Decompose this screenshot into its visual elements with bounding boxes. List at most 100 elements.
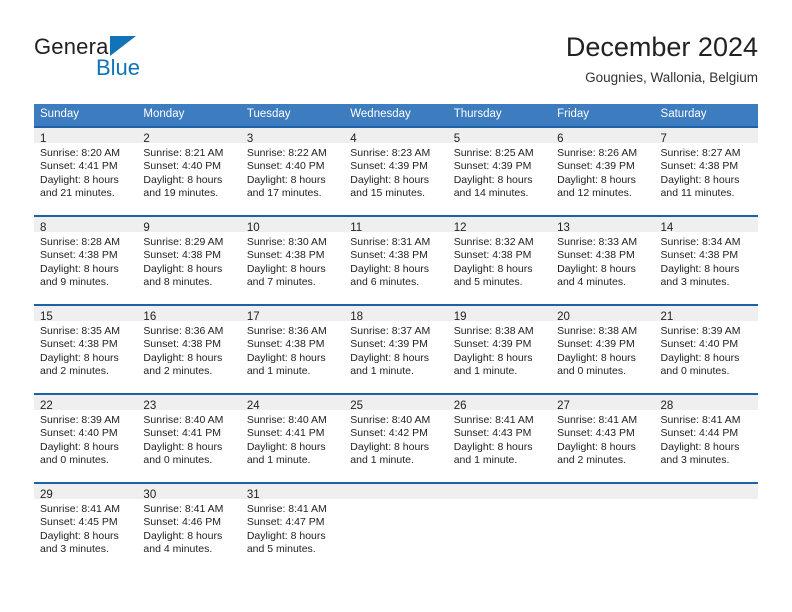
day-detail-lines: Sunrise: 8:35 AM Sunset: 4:38 PM Daylight:… — [34, 321, 137, 379]
calendar-day[interactable]: 16 Sunrise: 8:36 AM Sunset: 4:38 PM Dayligh… — [137, 304, 241, 393]
sunset-text: Sunset: 4:40 PM — [660, 338, 739, 351]
calendar-day[interactable]: 31 Sunrise: 8:41 AM Sunset: 4:47 PM Dayligh… — [240, 482, 345, 571]
calendar-day[interactable]: 13 Sunrise: 8:33 AM Sunset: 4:38 PM Dayligh… — [551, 215, 655, 304]
daylight-text-line1: Daylight: 8 hours — [660, 173, 740, 186]
calendar-day[interactable]: 5 Sunrise: 8:25 AM Sunset: 4:39 PM Daylight… — [447, 126, 552, 215]
calendar-day[interactable]: 3 Sunrise: 8:22 AM Sunset: 4:40 PM Daylight… — [240, 126, 345, 215]
calendar-day[interactable]: 10 Sunrise: 8:30 AM Sunset: 4:38 PM Dayligh… — [240, 215, 345, 304]
calendar-body: 1 Sunrise: 8:20 AM Sunset: 4:41 PM Daylight… — [34, 126, 758, 571]
calendar-cell: 16 Sunrise: 8:36 AM Sunset: 4:38 PM Dayligh… — [137, 304, 241, 393]
calendar-cell — [447, 482, 552, 571]
calendar-day[interactable]: 24 Sunrise: 8:40 AM Sunset: 4:41 PM Dayligh… — [240, 393, 345, 482]
sunrise-text: Sunrise: 8:41 AM — [557, 414, 638, 426]
calendar-day[interactable]: 9 Sunrise: 8:29 AM Sunset: 4:38 PM Daylight… — [137, 215, 241, 304]
calendar-cell: 23 Sunrise: 8:40 AM Sunset: 4:41 PM Dayligh… — [137, 393, 241, 482]
daylight-text-line2: and 1 minute. — [246, 454, 311, 467]
calendar-cell: 11 Sunrise: 8:31 AM Sunset: 4:38 PM Dayligh… — [344, 215, 448, 304]
day-detail-lines: Sunrise: 8:34 AM Sunset: 4:38 PM Daylight:… — [655, 232, 758, 290]
calendar-day-empty — [344, 482, 448, 571]
calendar-page: General Blue December 2024 Gougnies, Wal… — [0, 0, 792, 612]
day-number: 4 — [350, 133, 357, 145]
daylight-text-line1: Daylight: 8 hours — [453, 262, 533, 275]
calendar-day[interactable]: 4 Sunrise: 8:23 AM Sunset: 4:39 PM Daylight… — [344, 126, 448, 215]
calendar-day[interactable]: 14 Sunrise: 8:34 AM Sunset: 4:38 PM Dayligh… — [654, 215, 758, 304]
weekday-header-thursday: Thursday — [447, 104, 552, 126]
calendar-week-row: 8 Sunrise: 8:28 AM Sunset: 4:38 PM Daylight… — [34, 215, 758, 304]
calendar-cell: 8 Sunrise: 8:28 AM Sunset: 4:38 PM Daylight… — [34, 215, 138, 304]
sunrise-text: Sunrise: 8:32 AM — [453, 236, 534, 248]
calendar-day[interactable]: 6 Sunrise: 8:26 AM Sunset: 4:39 PM Daylight… — [551, 126, 655, 215]
daylight-text-line2: and 0 minutes. — [660, 365, 730, 378]
daylight-text-line2: and 0 minutes. — [557, 365, 626, 378]
calendar-day[interactable]: 2 Sunrise: 8:21 AM Sunset: 4:40 PM Daylight… — [137, 126, 241, 215]
day-number-band: 28 — [654, 393, 758, 412]
sunset-text: Sunset: 4:43 PM — [453, 427, 532, 440]
calendar-day[interactable]: 12 Sunrise: 8:32 AM Sunset: 4:38 PM Dayligh… — [447, 215, 552, 304]
calendar-day[interactable]: 11 Sunrise: 8:31 AM Sunset: 4:38 PM Dayligh… — [344, 215, 448, 304]
calendar-day[interactable]: 15 Sunrise: 8:35 AM Sunset: 4:38 PM Dayligh… — [34, 304, 138, 393]
calendar-day[interactable]: 27 Sunrise: 8:41 AM Sunset: 4:43 PM Dayligh… — [551, 393, 655, 482]
day-detail-lines: Sunrise: 8:20 AM Sunset: 4:41 PM Daylight:… — [34, 143, 137, 201]
day-number: 15 — [40, 311, 53, 323]
sunset-text: Sunset: 4:38 PM — [40, 249, 118, 262]
day-detail-lines: Sunrise: 8:40 AM Sunset: 4:41 PM Daylight:… — [137, 410, 240, 468]
sunrise-text: Sunrise: 8:41 AM — [660, 414, 741, 426]
calendar-day[interactable]: 20 Sunrise: 8:38 AM Sunset: 4:39 PM Dayligh… — [551, 304, 655, 393]
daylight-text-line2: and 11 minutes. — [660, 187, 735, 200]
daylight-text-line1: Daylight: 8 hours — [40, 440, 119, 453]
day-number: 29 — [40, 489, 53, 501]
calendar-day[interactable]: 25 Sunrise: 8:40 AM Sunset: 4:42 PM Dayligh… — [344, 393, 448, 482]
calendar-day[interactable]: 19 Sunrise: 8:38 AM Sunset: 4:39 PM Dayligh… — [447, 304, 552, 393]
calendar-day[interactable]: 17 Sunrise: 8:36 AM Sunset: 4:38 PM Dayligh… — [240, 304, 345, 393]
calendar-day[interactable]: 21 Sunrise: 8:39 AM Sunset: 4:40 PM Dayligh… — [654, 304, 758, 393]
sunset-text: Sunset: 4:39 PM — [557, 160, 635, 173]
day-number: 17 — [246, 311, 260, 323]
daylight-text-line1: Daylight: 8 hours — [246, 351, 326, 364]
day-detail-lines: Sunrise: 8:39 AM Sunset: 4:40 PM Daylight:… — [655, 321, 758, 379]
sunrise-text: Sunrise: 8:30 AM — [246, 236, 327, 248]
calendar-day[interactable]: 18 Sunrise: 8:37 AM Sunset: 4:39 PM Dayligh… — [344, 304, 448, 393]
daylight-text-line1: Daylight: 8 hours — [350, 440, 430, 453]
calendar-day[interactable]: 8 Sunrise: 8:28 AM Sunset: 4:38 PM Daylight… — [34, 215, 138, 304]
weekday-header-friday: Friday — [551, 104, 655, 126]
calendar-day[interactable]: 26 Sunrise: 8:41 AM Sunset: 4:43 PM Dayligh… — [447, 393, 552, 482]
sunset-text: Sunset: 4:38 PM — [557, 249, 635, 262]
calendar-day[interactable]: 29 Sunrise: 8:41 AM Sunset: 4:45 PM Dayligh… — [34, 482, 138, 571]
calendar-day[interactable]: 23 Sunrise: 8:40 AM Sunset: 4:41 PM Dayligh… — [137, 393, 241, 482]
sunrise-text: Sunrise: 8:40 AM — [350, 414, 431, 426]
calendar-day[interactable]: 22 Sunrise: 8:39 AM Sunset: 4:40 PM Dayligh… — [34, 393, 138, 482]
day-number-band: 2 — [137, 126, 241, 145]
daylight-text-line2: and 15 minutes. — [350, 187, 425, 200]
day-number-band — [344, 482, 448, 499]
calendar-day[interactable]: 1 Sunrise: 8:20 AM Sunset: 4:41 PM Daylight… — [34, 126, 138, 215]
day-number: 22 — [40, 400, 53, 412]
day-number: 18 — [350, 311, 364, 323]
day-detail-lines: Sunrise: 8:37 AM Sunset: 4:39 PM Daylight:… — [344, 321, 447, 379]
calendar-week-row: 22 Sunrise: 8:39 AM Sunset: 4:40 PM Dayligh… — [34, 393, 758, 482]
calendar-cell: 27 Sunrise: 8:41 AM Sunset: 4:43 PM Dayligh… — [551, 393, 655, 482]
sunrise-text: Sunrise: 8:27 AM — [660, 147, 741, 159]
calendar-day-empty — [654, 482, 758, 571]
day-detail-lines: Sunrise: 8:41 AM Sunset: 4:44 PM Daylight:… — [655, 410, 758, 468]
daylight-text-line1: Daylight: 8 hours — [143, 173, 223, 186]
daylight-text-line1: Daylight: 8 hours — [246, 173, 326, 186]
sunset-text: Sunset: 4:40 PM — [143, 160, 222, 173]
weekday-header-saturday: Saturday — [654, 104, 758, 126]
day-detail-lines: Sunrise: 8:38 AM Sunset: 4:39 PM Daylight:… — [551, 321, 654, 379]
day-detail-lines: Sunrise: 8:31 AM Sunset: 4:38 PM Daylight:… — [344, 232, 447, 290]
calendar-day[interactable]: 7 Sunrise: 8:27 AM Sunset: 4:38 PM Daylight… — [654, 126, 758, 215]
daylight-text-line2: and 0 minutes. — [143, 454, 213, 467]
sunrise-text: Sunrise: 8:38 AM — [557, 325, 638, 337]
daylight-text-line2: and 12 minutes. — [557, 187, 632, 200]
general-blue-logo[interactable]: General Blue — [34, 34, 274, 90]
calendar-day[interactable]: 30 Sunrise: 8:41 AM Sunset: 4:46 PM Dayligh… — [137, 482, 241, 571]
calendar-cell: 9 Sunrise: 8:29 AM Sunset: 4:38 PM Daylight… — [137, 215, 241, 304]
calendar-day[interactable]: 28 Sunrise: 8:41 AM Sunset: 4:44 PM Dayligh… — [654, 393, 758, 482]
calendar-cell: 1 Sunrise: 8:20 AM Sunset: 4:41 PM Daylight… — [34, 126, 138, 215]
day-detail-lines: Sunrise: 8:41 AM Sunset: 4:43 PM Daylight:… — [551, 410, 654, 468]
daylight-text-line2: and 19 minutes. — [143, 187, 219, 200]
calendar-cell — [551, 482, 655, 571]
daylight-text-line1: Daylight: 8 hours — [660, 351, 740, 364]
sunset-text: Sunset: 4:39 PM — [453, 338, 532, 351]
day-number: 19 — [453, 311, 467, 323]
